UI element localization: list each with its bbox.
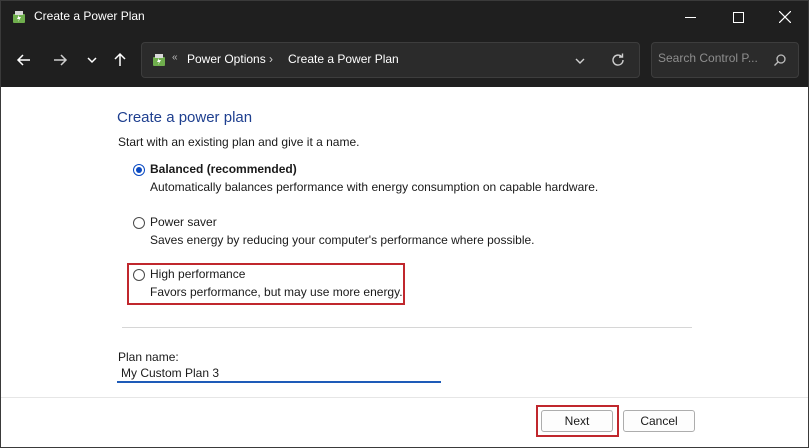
next-button[interactable]: Next bbox=[541, 410, 613, 432]
cancel-button[interactable]: Cancel bbox=[623, 410, 695, 432]
plan-name-field[interactable] bbox=[117, 365, 441, 383]
arrow-left-icon bbox=[16, 54, 30, 66]
plan-name-label: Plan name: bbox=[118, 350, 179, 364]
intro-text: Start with an existing plan and give it … bbox=[118, 135, 360, 149]
power-options-icon bbox=[153, 54, 165, 66]
recent-locations-button[interactable] bbox=[79, 47, 105, 73]
search-input[interactable] bbox=[658, 51, 768, 65]
close-icon bbox=[779, 11, 791, 23]
divider bbox=[122, 327, 692, 328]
forward-button[interactable] bbox=[47, 47, 73, 73]
option-label[interactable]: Balanced (recommended) bbox=[150, 162, 297, 176]
minimize-icon bbox=[684, 16, 696, 18]
search-icon[interactable] bbox=[773, 53, 787, 67]
chevron-down-icon bbox=[87, 57, 97, 64]
search-box[interactable] bbox=[651, 42, 799, 78]
page-title: Create a power plan bbox=[117, 109, 253, 126]
option-description: Favors performance, but may use more ene… bbox=[150, 285, 403, 299]
breadcrumb-overflow[interactable]: « bbox=[172, 52, 178, 63]
footer-divider bbox=[1, 397, 808, 398]
option-label[interactable]: High performance bbox=[150, 267, 245, 281]
option-description: Automatically balances performance with … bbox=[150, 180, 599, 194]
radio-high-performance[interactable] bbox=[133, 269, 145, 281]
window-title: Create a Power Plan bbox=[34, 9, 145, 23]
maximize-icon bbox=[732, 11, 744, 23]
radio-balanced[interactable] bbox=[133, 164, 145, 176]
option-label[interactable]: Power saver bbox=[150, 215, 217, 229]
arrow-right-icon bbox=[54, 54, 68, 66]
power-options-icon bbox=[13, 11, 25, 23]
maximize-button[interactable] bbox=[715, 1, 761, 33]
address-bar[interactable]: « Power Options › Create a Power Plan bbox=[141, 42, 640, 78]
address-toolbar: « Power Options › Create a Power Plan bbox=[1, 33, 808, 87]
title-bar: Create a Power Plan bbox=[1, 1, 808, 33]
close-button[interactable] bbox=[762, 1, 808, 33]
radio-power-saver[interactable] bbox=[133, 217, 145, 229]
chevron-down-icon[interactable] bbox=[573, 54, 587, 68]
up-button[interactable] bbox=[107, 47, 133, 73]
option-description: Saves energy by reducing your computer's… bbox=[150, 233, 535, 247]
breadcrumb-create-power-plan[interactable]: Create a Power Plan bbox=[288, 52, 399, 66]
main-content: Create a power plan Start with an existi… bbox=[1, 87, 808, 447]
minimize-button[interactable] bbox=[667, 1, 713, 33]
breadcrumb-separator: › bbox=[269, 52, 273, 66]
create-power-plan-window: Create a Power Plan « Power Options › Cr… bbox=[0, 0, 809, 448]
back-button[interactable] bbox=[11, 47, 37, 73]
refresh-icon[interactable] bbox=[610, 52, 626, 68]
breadcrumb-power-options[interactable]: Power Options bbox=[187, 52, 266, 66]
arrow-up-icon bbox=[114, 52, 126, 66]
